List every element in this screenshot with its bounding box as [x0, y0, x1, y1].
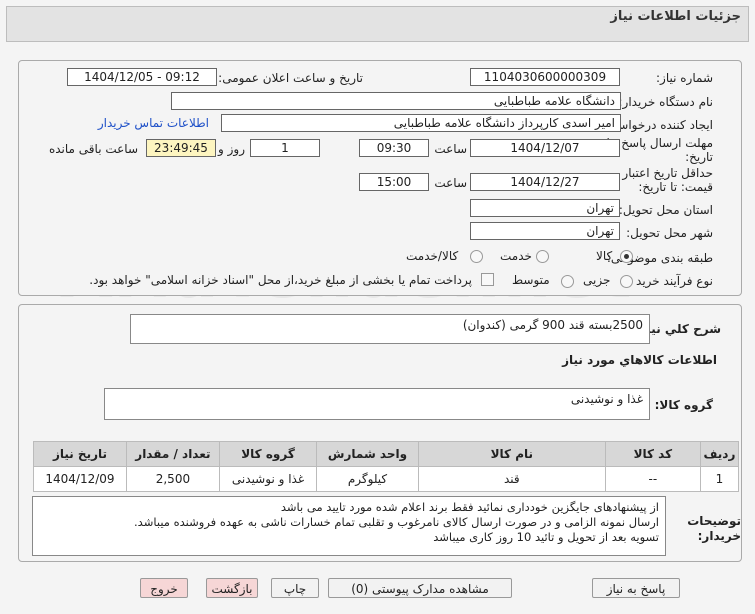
need-number-label: شماره نیاز:: [656, 71, 713, 85]
process-type-label: نوع فرآیند خرید :: [628, 274, 713, 288]
buyer-contact-link[interactable]: اطلاعات تماس خریدار: [98, 116, 209, 130]
table-header-row: ردیف کد کالا نام کالا واحد شمارش گروه کا…: [33, 441, 740, 467]
category-option-goods-service: کالا/خدمت: [406, 249, 459, 263]
col-row-header: ردیف: [699, 441, 740, 467]
city-label: شهر محل تحویل:: [626, 226, 713, 240]
col-date-header: تاریخ نیاز: [33, 441, 127, 467]
province-field: تهران: [470, 199, 620, 217]
goods-info-title: اطلاعات کالاهاي مورد نياز: [562, 353, 717, 367]
validity-time-label: ساعت: [434, 176, 467, 190]
validity-date-field: 1404/12/27: [470, 173, 620, 191]
cell-date: 1404/12/09: [33, 466, 127, 492]
remaining-time-label: ساعت باقی مانده: [48, 142, 138, 156]
cell-row: 1: [699, 466, 740, 492]
col-name-header: نام کالا: [417, 441, 606, 467]
goods-group-label: گروه کالا:: [654, 398, 713, 412]
buyer-note-line: از پیشنهادهای جایگزین خودداری نمائید فقط…: [280, 500, 659, 514]
summary-field: 2500بسته قند 900 گرمی (کندوان): [130, 314, 650, 344]
days-label: روز و: [218, 142, 245, 156]
goods-group-text: غذا و نوشیدنی: [570, 392, 643, 406]
print-button[interactable]: چاپ: [271, 578, 319, 598]
treasury-bonds-note: پرداخت تمام یا بخشی از مبلغ خرید،از محل …: [89, 273, 472, 287]
buyer-notes-label: توضیحات خریدار:: [687, 514, 741, 543]
validity-time-field: 15:00: [359, 173, 429, 191]
need-number-field: 1104030600000309: [470, 68, 620, 86]
table-row: 1 -- قند کیلوگرم غذا و نوشیدنی 2,500 140…: [33, 466, 740, 492]
buyer-notes-field: از پیشنهادهای جایگزین خودداری نمائید فقط…: [32, 496, 666, 556]
process-radio-minor[interactable]: [620, 275, 633, 288]
exit-button[interactable]: خروج: [140, 578, 188, 598]
announce-date-label: تاریخ و ساعت اعلان عمومی:: [218, 71, 363, 85]
cell-group: غذا و نوشیدنی: [218, 466, 318, 492]
cell-name: قند: [417, 466, 606, 492]
col-unit-header: واحد شمارش: [316, 441, 419, 467]
treasury-bonds-checkbox[interactable]: [481, 273, 494, 286]
summary-text: 2500بسته قند 900 گرمی (کندوان): [462, 318, 643, 332]
cell-quantity: 2,500: [125, 466, 220, 492]
creator-field: امیر اسدی کارپرداز دانشگاه علامه طباطبای…: [221, 114, 621, 132]
category-option-goods: کالا: [596, 249, 613, 263]
reply-button[interactable]: پاسخ به نیاز: [592, 578, 680, 598]
announce-date-field: 1404/12/05 - 09:12: [67, 68, 217, 86]
view-attachments-button[interactable]: مشاهده مدارک پیوستی (0): [328, 578, 512, 598]
col-quantity-header: تعداد / مقدار: [125, 441, 220, 467]
buyer-org-field: دانشگاه علامه طباطبایی: [171, 92, 621, 110]
goods-group-field: غذا و نوشیدنی: [104, 388, 650, 420]
cell-code: --: [604, 466, 701, 492]
reply-date-field: 1404/12/07: [470, 139, 620, 157]
cell-unit: کیلوگرم: [316, 466, 419, 492]
process-option-minor: جزیی: [583, 273, 611, 287]
category-radio-service[interactable]: [536, 250, 549, 263]
process-radio-medium[interactable]: [561, 275, 574, 288]
col-code-header: کد کالا: [604, 441, 701, 467]
goods-table: ردیف کد کالا نام کالا واحد شمارش گروه کا…: [33, 441, 740, 492]
category-option-service: خدمت: [500, 249, 532, 263]
category-radio-goods[interactable]: [620, 250, 633, 263]
province-label: استان محل تحویل:: [618, 203, 713, 217]
back-button[interactable]: بازگشت: [206, 578, 258, 598]
page-title: جزئیات اطلاعات نیاز: [610, 9, 741, 24]
col-group-header: گروه کالا: [218, 441, 318, 467]
category-radio-goods-service[interactable]: [470, 250, 483, 263]
reply-time-label: ساعت: [434, 142, 467, 156]
process-option-medium: متوسط: [512, 273, 550, 287]
buyer-note-line: تسویه بعد از تحویل و تائید 10 روز کاری م…: [433, 530, 659, 544]
reply-time-field: 09:30: [359, 139, 429, 157]
days-remaining-field: 1: [250, 139, 320, 157]
buyer-note-line: ارسال نمونه الزامی و در صورت ارسال کالای…: [134, 515, 659, 529]
city-field: تهران: [470, 222, 620, 240]
buyer-org-label: نام دستگاه خریدار:: [618, 95, 714, 109]
remaining-time-field: 23:49:45: [146, 139, 216, 157]
